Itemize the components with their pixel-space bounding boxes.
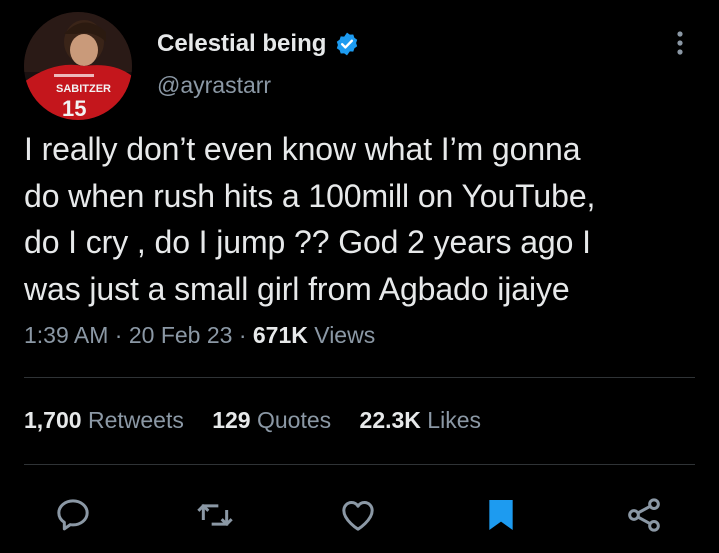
verified-badge-icon bbox=[334, 31, 360, 57]
quotes-count: 129 bbox=[212, 407, 251, 433]
avatar-image: SABITZER 15 bbox=[24, 12, 132, 120]
author-handle[interactable]: @ayrastarr bbox=[157, 72, 271, 99]
retweets-count: 1,700 bbox=[24, 407, 82, 433]
tweet-text-line: was just a small girl from Agbado ijaiye bbox=[24, 270, 570, 307]
tweet-text-line: I really don’t even know what I’m gonna bbox=[24, 131, 581, 167]
avatar[interactable]: SABITZER 15 bbox=[24, 12, 132, 120]
retweet-button[interactable] bbox=[193, 493, 237, 537]
engagement-stats: 1,700 Retweets 129 Quotes 22.3K Likes bbox=[24, 407, 503, 434]
tweet-meta: 1:39 AM · 20 Feb 23 · 671K Views bbox=[24, 322, 375, 349]
retweet-icon bbox=[197, 504, 233, 526]
meta-separator: · bbox=[108, 322, 129, 348]
likes-count: 22.3K bbox=[359, 407, 421, 433]
retweets-stat[interactable]: 1,700 Retweets bbox=[24, 407, 184, 433]
bookmark-icon bbox=[489, 500, 513, 530]
views-count: 671K bbox=[252, 322, 308, 348]
tweet-time[interactable]: 1:39 AM bbox=[24, 322, 108, 348]
likes-stat[interactable]: 22.3K Likes bbox=[360, 407, 481, 433]
share-icon bbox=[628, 498, 660, 532]
divider bbox=[24, 377, 695, 378]
avatar-jersey-text: SABITZER bbox=[56, 83, 111, 95]
display-name[interactable]: Celestial being bbox=[157, 30, 326, 58]
quotes-stat[interactable]: 129 Quotes bbox=[212, 407, 331, 433]
reply-button[interactable] bbox=[51, 493, 95, 537]
tweet-text-line: do when rush hits a 100mill on YouTube, bbox=[24, 177, 596, 214]
divider bbox=[24, 464, 695, 465]
likes-label: Likes bbox=[427, 407, 481, 433]
action-bar bbox=[24, 493, 695, 537]
views-label: Views bbox=[314, 322, 376, 348]
avatar-jersey-number: 15 bbox=[62, 96, 86, 120]
like-button[interactable] bbox=[336, 493, 380, 537]
more-options-icon[interactable] bbox=[672, 28, 688, 58]
meta-separator: · bbox=[232, 322, 253, 348]
like-icon bbox=[342, 501, 374, 531]
retweets-label: Retweets bbox=[87, 407, 184, 433]
share-button[interactable] bbox=[622, 493, 666, 537]
reply-icon bbox=[57, 499, 89, 531]
author-name-row[interactable]: Celestial being bbox=[157, 30, 360, 58]
tweet-text-line: do I cry , do I jump ?? God 2 years ago … bbox=[24, 224, 591, 260]
quotes-label: Quotes bbox=[256, 407, 332, 433]
tweet-text: I really don’t even know what I’m gonna … bbox=[24, 126, 704, 312]
tweet-date[interactable]: 20 Feb 23 bbox=[129, 322, 233, 348]
bookmark-button[interactable] bbox=[479, 493, 523, 537]
